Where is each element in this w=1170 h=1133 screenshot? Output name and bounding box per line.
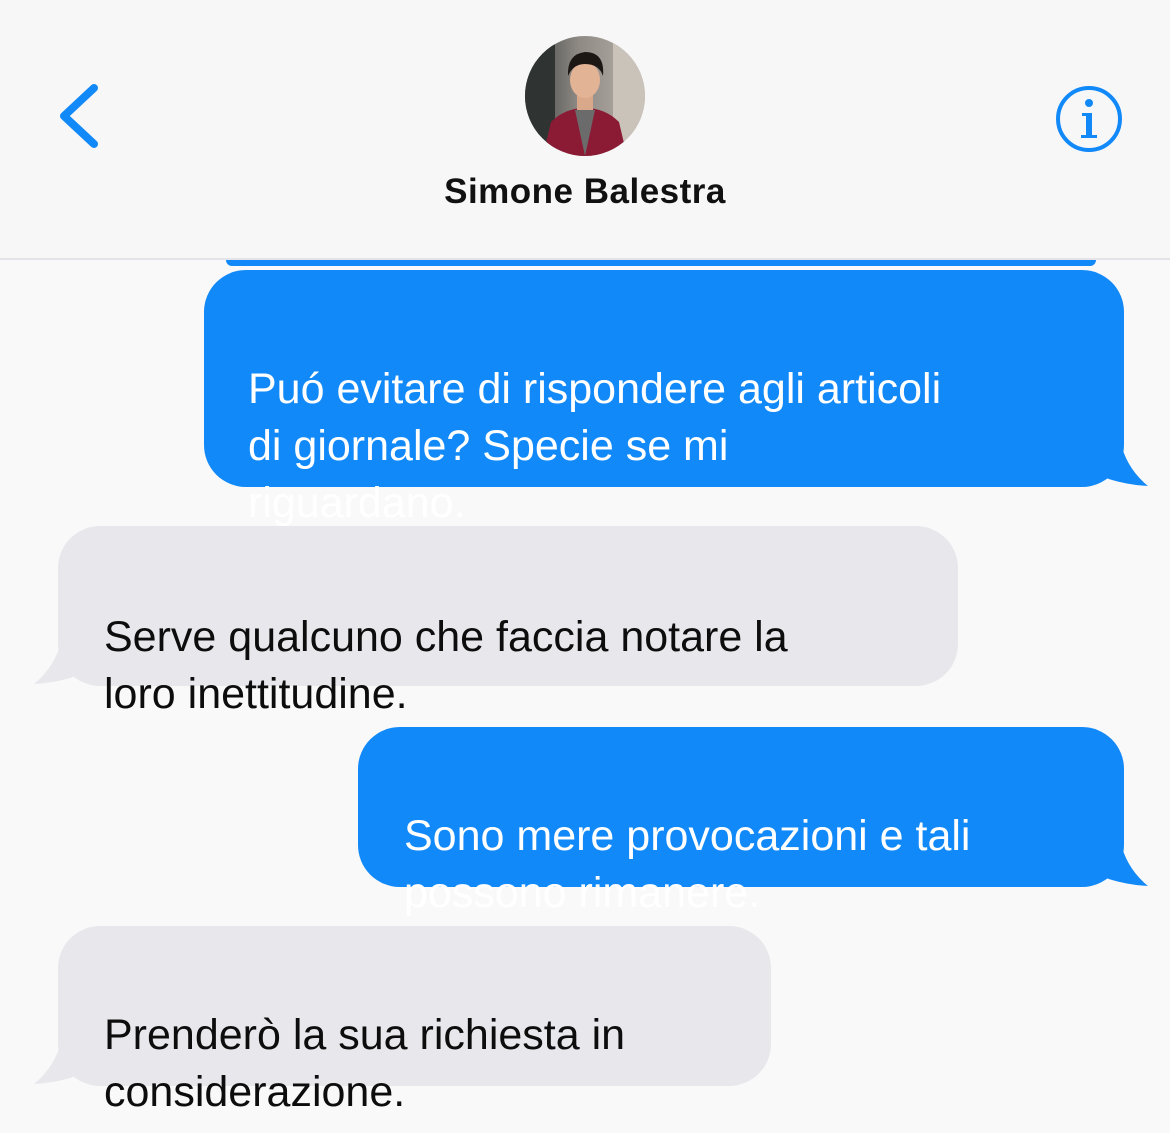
- bubble-tail: [1080, 440, 1148, 486]
- message-bubble-incoming[interactable]: Prenderò la sua richiesta in considerazi…: [58, 926, 771, 1116]
- contact-avatar[interactable]: [525, 36, 645, 156]
- bubble-tail: [1080, 840, 1148, 886]
- previous-message-edge: [226, 260, 1096, 266]
- message-text: Prenderò la sua richiesta in considerazi…: [104, 1011, 626, 1116]
- message-text: Sono mere provocazioni e tali possono ri…: [404, 812, 971, 917]
- message-bubble-outgoing[interactable]: Puó evitare di rispondere agli articoli …: [204, 270, 1124, 527]
- info-button[interactable]: [1054, 84, 1124, 154]
- message-text: Puó evitare di rispondere agli articoli …: [248, 365, 942, 527]
- bubble-tail: [34, 1038, 102, 1084]
- message-text: Serve qualcuno che faccia notare la loro…: [104, 613, 788, 718]
- message-thread[interactable]: Puó evitare di rispondere agli articoli …: [0, 260, 1170, 1133]
- back-button[interactable]: [52, 78, 112, 158]
- conversation-header: Simone Balestra: [0, 0, 1170, 260]
- bubble-tail: [34, 638, 102, 684]
- avatar-photo: [525, 36, 645, 156]
- message-bubble-incoming[interactable]: Serve qualcuno che faccia notare la loro…: [58, 526, 958, 718]
- chevron-left-icon: [60, 84, 98, 148]
- message-bubble-outgoing[interactable]: Sono mere provocazioni e tali possono ri…: [358, 727, 1124, 917]
- info-circle-icon: [1056, 86, 1122, 152]
- contact-name[interactable]: Simone Balestra: [0, 172, 1170, 212]
